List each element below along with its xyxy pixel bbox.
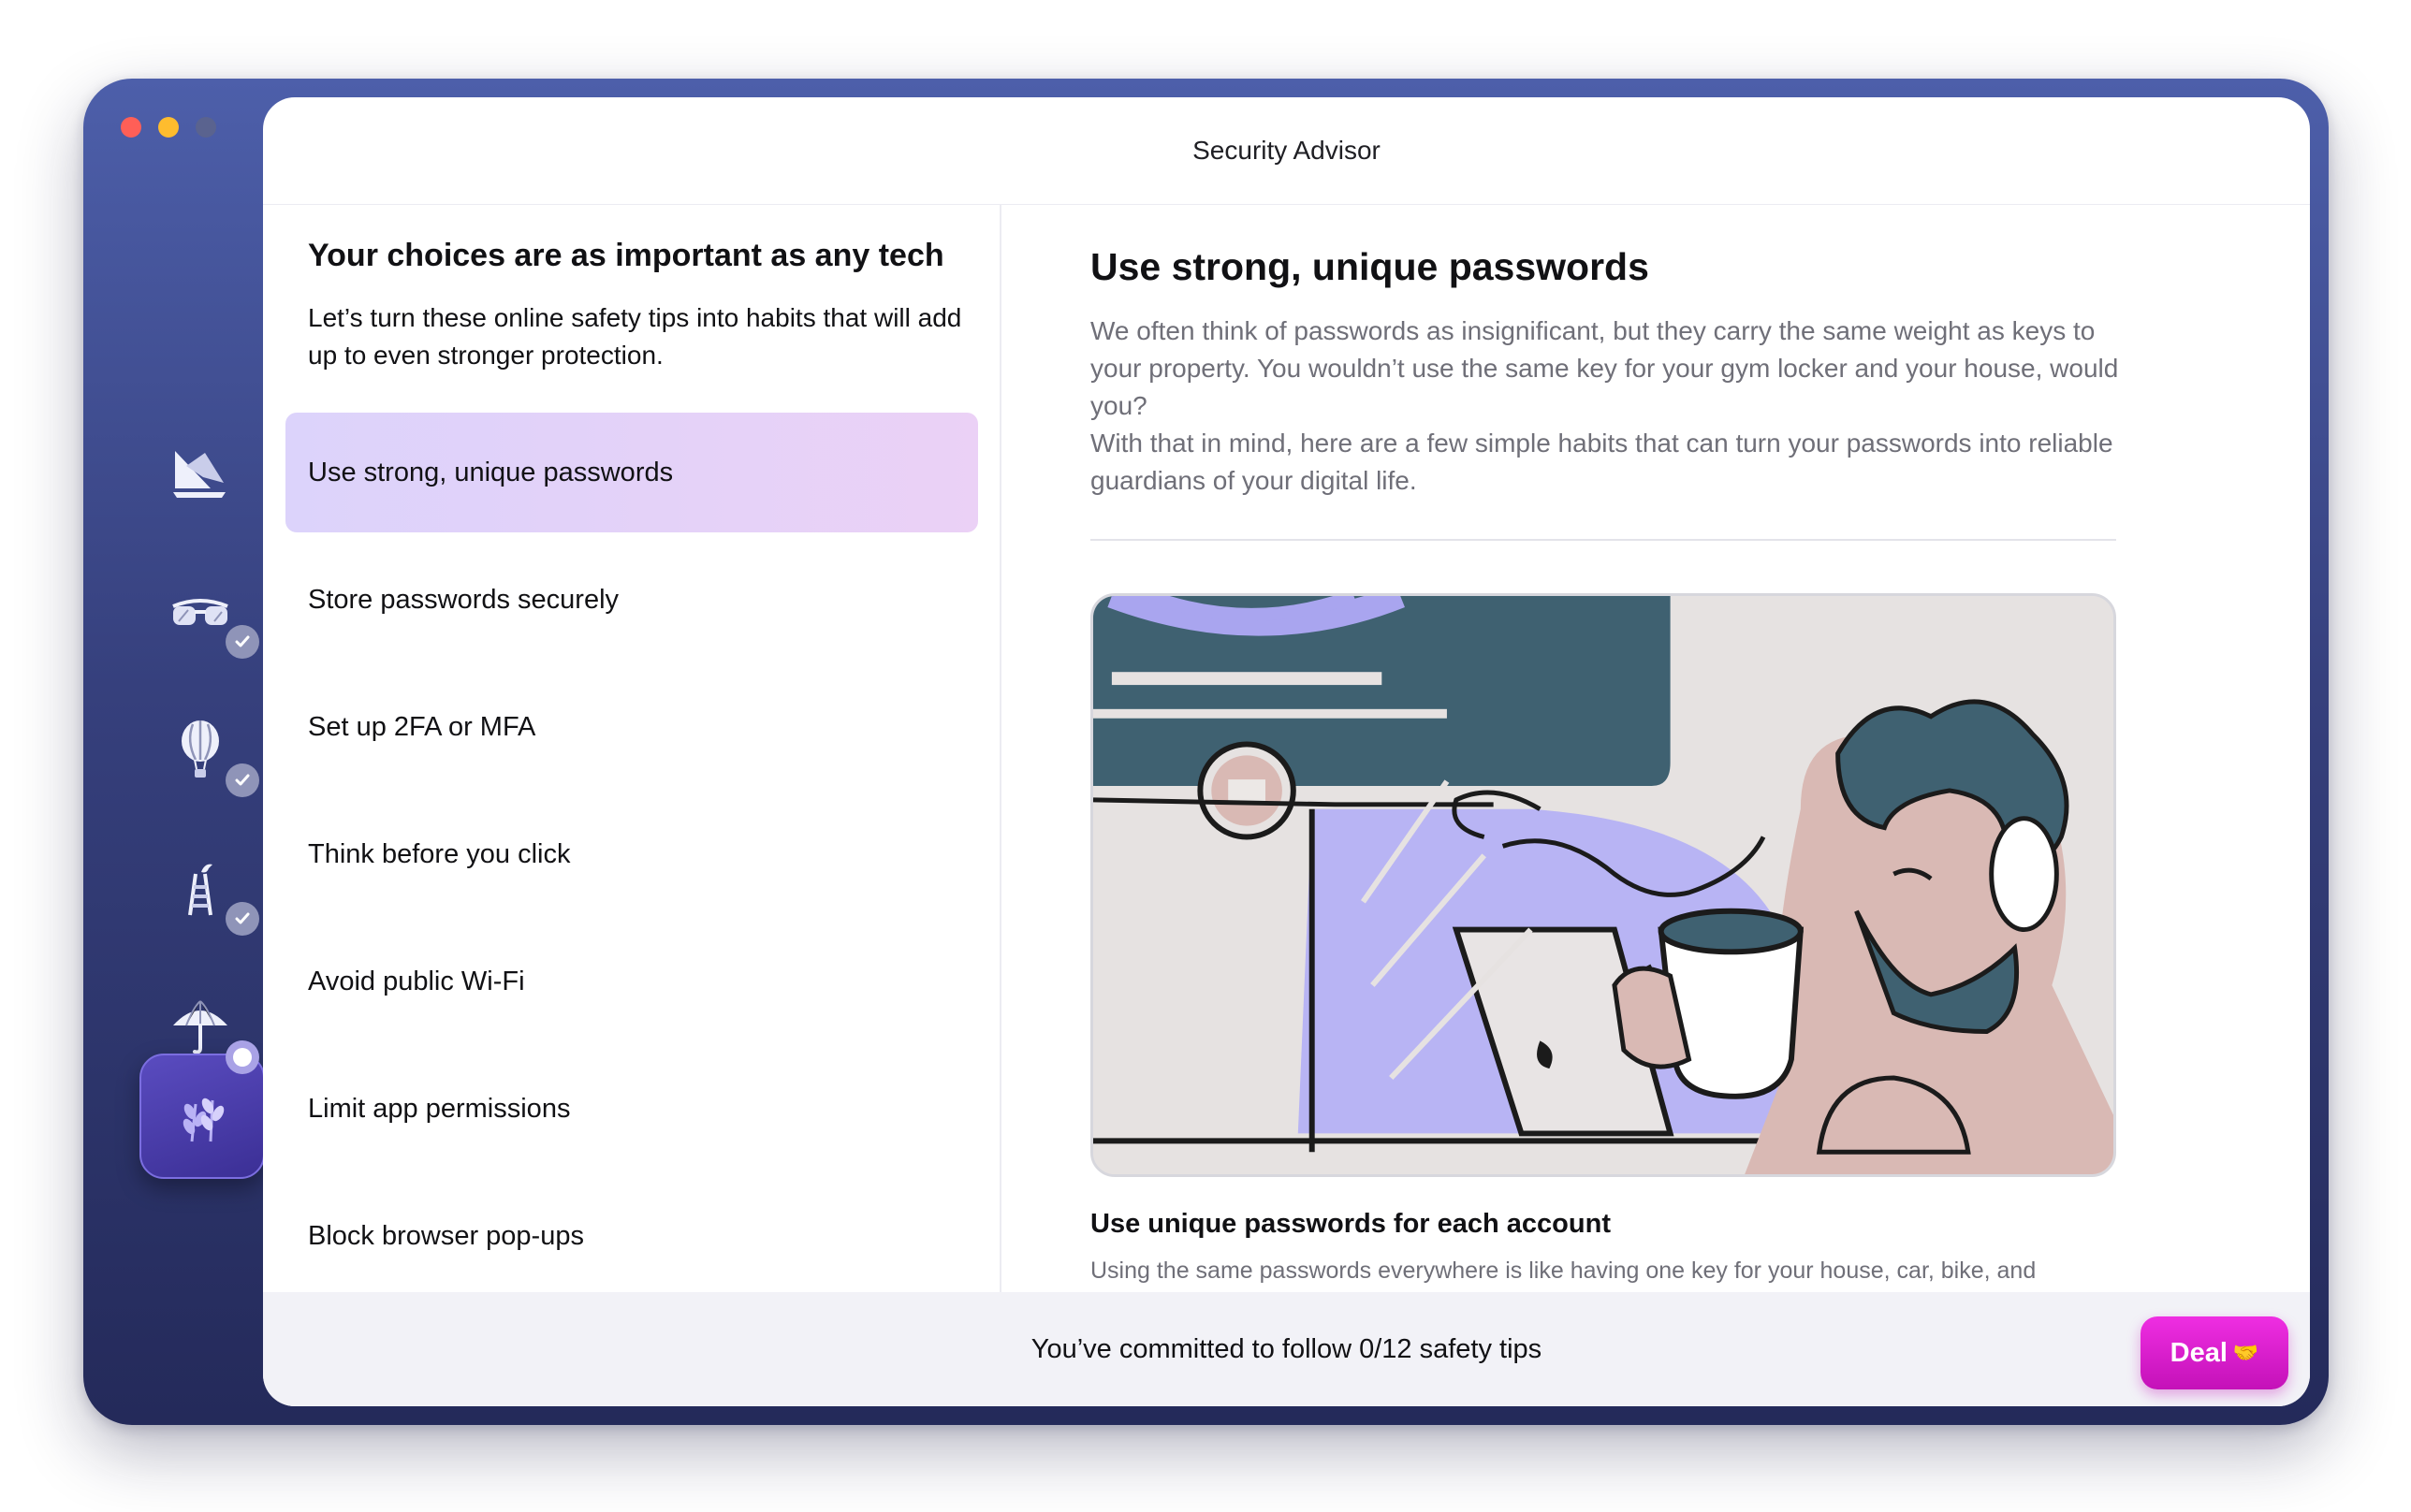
handshake-icon: 🤝 [2232,1341,2259,1364]
window-minimize-button[interactable] [158,117,179,138]
tip-item-store-passwords[interactable]: Store passwords securely [285,540,978,660]
tip-item-2fa[interactable]: Set up 2FA or MFA [285,667,978,787]
illustration-image [1093,596,2113,1174]
tip-illustration [1090,593,2116,1177]
title-bar: Security Advisor [263,97,2310,205]
commitment-status: You’ve committed to follow 0/12 safety t… [1030,1333,1542,1364]
completed-check-icon [226,763,259,797]
sunglasses-icon [172,599,228,625]
detail-body: We often think of passwords as insignifi… [1090,316,2119,495]
tip-label: Avoid public Wi-Fi [308,966,525,996]
completed-check-icon [226,625,259,659]
ladder-bird-icon [188,864,212,916]
tips-heading: Your choices are as important as any tec… [308,238,944,273]
tips-list-panel: Your choices are as important as any tec… [263,204,1001,1292]
tip-item-block-popups[interactable]: Block browser pop-ups [285,1176,978,1296]
tip-item-app-permissions[interactable]: Limit app permissions [285,1049,978,1169]
window-title: Security Advisor [1192,136,1381,165]
wheat-icon [183,1098,225,1142]
tip-label: Think before you click [308,838,571,869]
hot-air-balloon-icon [182,720,219,778]
commitment-footer: You’ve committed to follow 0/12 safety t… [263,1292,2310,1406]
section-title: Use unique passwords for each account [1090,1209,1611,1239]
deal-button[interactable]: Deal 🤝 [2141,1316,2288,1389]
window-zoom-button[interactable] [196,117,216,138]
divider [1090,539,2116,541]
section-text: Using the same passwords everywhere is l… [1090,1258,2037,1284]
tip-label: Block browser pop-ups [308,1220,584,1251]
umbrella-icon [173,1000,227,1054]
tip-item-strong-passwords[interactable]: Use strong, unique passwords [285,413,978,532]
detail-title: Use strong, unique passwords [1090,245,1649,288]
tip-label: Store passwords securely [308,584,620,615]
main-panel: Security Advisor Your choices are as imp… [263,97,2310,1406]
tip-item-public-wifi[interactable]: Avoid public Wi-Fi [285,922,978,1041]
sidebar-item-sailboat[interactable] [139,412,261,533]
tip-detail-panel[interactable]: Use strong, unique passwords We often th… [1001,204,2310,1292]
completed-check-icon [226,902,259,936]
tip-label: Limit app permissions [308,1093,571,1124]
tip-label: Use strong, unique passwords [308,457,674,487]
window-close-button[interactable] [121,117,141,138]
tip-item-think-before-click[interactable]: Think before you click [285,794,978,914]
tips-intro: Let’s turn these online safety tips into… [308,303,962,370]
deal-label: Deal [2170,1337,2228,1368]
tip-label: Set up 2FA or MFA [308,711,536,742]
current-step-indicator [226,1040,259,1074]
sailboat-icon [173,451,226,498]
